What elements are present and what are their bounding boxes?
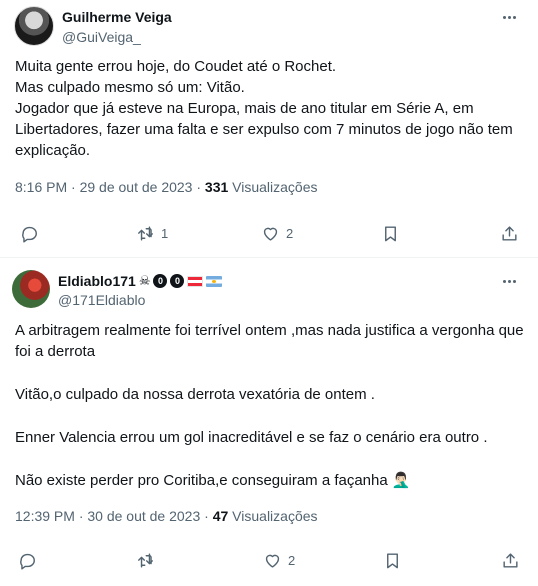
- tweet[interactable]: Guilherme Veiga @GuiVeiga_ Muita gente e…: [0, 0, 538, 258]
- reply-button[interactable]: [18, 548, 43, 572]
- like-count: 2: [288, 552, 296, 568]
- user-handle[interactable]: @171Eldiablo: [58, 291, 145, 309]
- more-dot: [512, 15, 516, 19]
- share-button[interactable]: [501, 548, 520, 572]
- bookmark-icon: [385, 225, 396, 241]
- tweet-paragraph: Não existe perder pro Coritiba,e consegu…: [15, 472, 411, 489]
- views-label: Visualizações: [232, 179, 318, 195]
- tweet-meta: 12:39 PM · 30 de out de 2023 · 47 Visual…: [15, 508, 318, 524]
- tweet-paragraph: Jogador que já esteve na Europa, mais de…: [15, 100, 513, 159]
- display-name-text[interactable]: Guilherme Veiga: [62, 8, 172, 26]
- views-count: 47: [212, 508, 229, 524]
- more-options-button[interactable]: [500, 8, 518, 26]
- display-name-text[interactable]: Eldiablo171: [58, 272, 136, 290]
- user-handle[interactable]: @GuiVeiga_: [62, 28, 141, 46]
- tweet-paragraph: A arbitragem realmente foi terrível onte…: [15, 322, 524, 360]
- retweet-button[interactable]: 1: [136, 221, 168, 245]
- heart-icon: [265, 554, 280, 568]
- tweet-paragraph: Enner Valencia errou um gol inacreditáve…: [15, 429, 488, 446]
- tweet[interactable]: Eldiablo171 ☠ 0 0 @171Eldiablo A arbitra…: [0, 258, 538, 586]
- more-options-button[interactable]: [500, 272, 518, 290]
- avatar[interactable]: [14, 6, 54, 46]
- tweet-paragraph: Vitão,o culpado da nossa derrota vexatór…: [15, 386, 375, 403]
- tweet-paragraph: Muita gente errou hoje, do Coudet até o …: [15, 58, 337, 75]
- timestamp[interactable]: 12:39 PM · 30 de out de 2023 ·: [15, 508, 209, 524]
- retweet-button[interactable]: [136, 548, 161, 572]
- share-icon: [503, 552, 518, 568]
- share-button[interactable]: [500, 221, 519, 245]
- retweet-icon: [138, 225, 153, 241]
- more-dot: [502, 15, 506, 19]
- reply-icon: [20, 553, 35, 570]
- bookmark-icon: [387, 552, 398, 568]
- heart-icon: [263, 227, 278, 241]
- tweet-paragraph: Mas culpado mesmo só um: Vitão.: [15, 79, 245, 96]
- argentina-flag-icon: [206, 275, 223, 287]
- more-dot: [507, 279, 511, 283]
- reply-button[interactable]: [20, 221, 45, 245]
- bookmark-button[interactable]: [381, 221, 400, 245]
- more-dot: [507, 15, 511, 19]
- display-name[interactable]: Guilherme Veiga: [62, 8, 172, 26]
- bookmark-button[interactable]: [383, 548, 402, 572]
- views-count: 331: [204, 179, 229, 195]
- like-button[interactable]: 2: [263, 548, 295, 572]
- reply-icon: [22, 226, 37, 243]
- like-count: 2: [286, 225, 294, 241]
- austria-flag-icon: [187, 275, 204, 287]
- tweet-text: Muita gente errou hoje, do Coudet até o …: [15, 56, 524, 161]
- more-dot: [512, 279, 516, 283]
- circled-number-icon: 0: [170, 274, 185, 288]
- avatar[interactable]: [12, 270, 50, 308]
- display-name[interactable]: Eldiablo171 ☠ 0 0: [58, 272, 223, 290]
- views-label: Visualizações: [232, 508, 318, 524]
- action-bar: 1 2: [0, 221, 538, 245]
- like-button[interactable]: 2: [261, 221, 293, 245]
- retweet-icon: [138, 552, 153, 568]
- skull-icon: ☠: [138, 273, 151, 288]
- tweet-text: A arbitragem realmente foi terrível onte…: [15, 320, 524, 491]
- more-dot: [502, 279, 506, 283]
- timestamp[interactable]: 8:16 PM · 29 de out de 2023 ·: [15, 179, 201, 195]
- retweet-count: 1: [161, 225, 169, 241]
- tweet-meta: 8:16 PM · 29 de out de 2023 · 331 Visual…: [15, 179, 318, 195]
- action-bar: 2: [0, 548, 538, 572]
- share-icon: [502, 225, 517, 241]
- circled-number-icon: 0: [153, 274, 168, 288]
